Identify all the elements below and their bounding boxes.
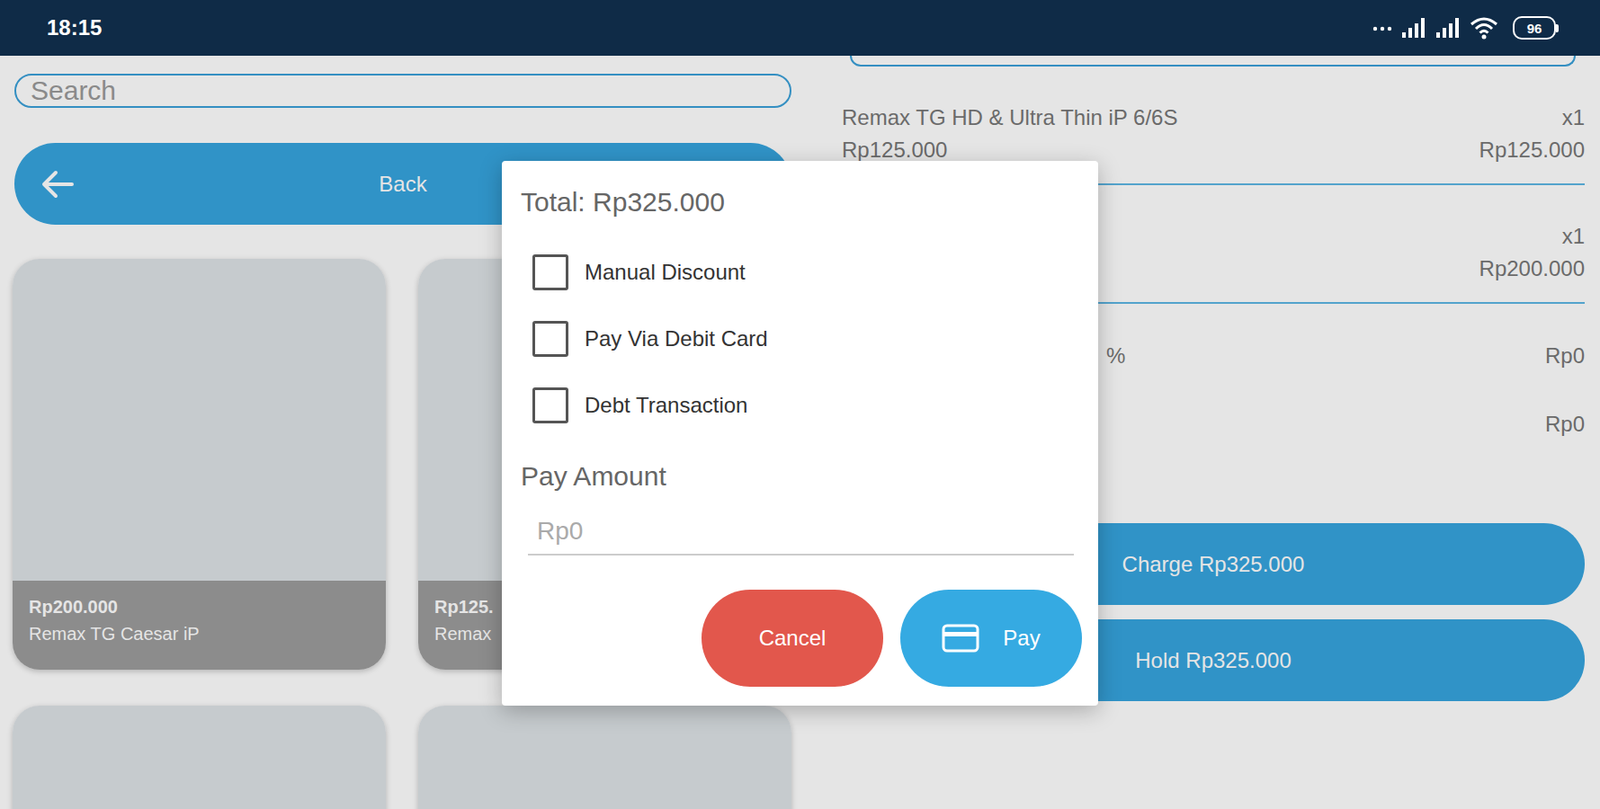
more-dots-icon — [1372, 24, 1395, 32]
option-label: Manual Discount — [584, 256, 746, 289]
status-bar: 18:15 96 — [0, 0, 1600, 56]
pay-amount-label: Pay Amount — [520, 458, 1082, 495]
option-checkbox[interactable] — [532, 321, 569, 358]
card-icon — [941, 624, 980, 653]
cancel-button[interactable]: Cancel — [701, 589, 884, 688]
signal-icon — [1435, 17, 1463, 39]
pay-amount-field[interactable] — [527, 509, 1074, 556]
dialog-options: Manual Discount Pay Via Debit Card Debt Tr… — [520, 239, 1082, 439]
battery-nub — [1555, 24, 1559, 33]
option-label: Debt Transaction — [584, 389, 748, 422]
option-label: Pay Via Debit Card — [584, 322, 769, 356]
clock: 18:15 — [46, 11, 102, 45]
pay-button[interactable]: Pay — [900, 589, 1082, 688]
dialog-button-label: Cancel — [759, 622, 827, 655]
battery-level: 96 — [1512, 16, 1556, 40]
signal-icon — [1401, 17, 1429, 39]
dialog-buttons: Cancel Pay — [520, 589, 1082, 688]
main-area: BackRp200.000Remax TG Caesar iPRp125.Rem… — [0, 55, 1600, 809]
payment-dialog: Total: Rp325.000 Manual Discount Pay Via D… — [501, 160, 1099, 707]
wifi-icon — [1469, 16, 1499, 40]
option-checkbox[interactable] — [532, 254, 569, 291]
battery-indicator: 96 — [1512, 16, 1559, 40]
dialog-button-label: Pay — [1002, 622, 1040, 655]
option-row[interactable]: Manual Discount — [520, 239, 1082, 306]
status-icons: 96 — [1372, 16, 1559, 40]
option-row[interactable]: Pay Via Debit Card — [520, 305, 1082, 373]
dialog-total: Total: Rp325.000 — [520, 184, 1082, 221]
option-row[interactable]: Debt Transaction — [520, 372, 1082, 439]
option-checkbox[interactable] — [532, 387, 569, 424]
